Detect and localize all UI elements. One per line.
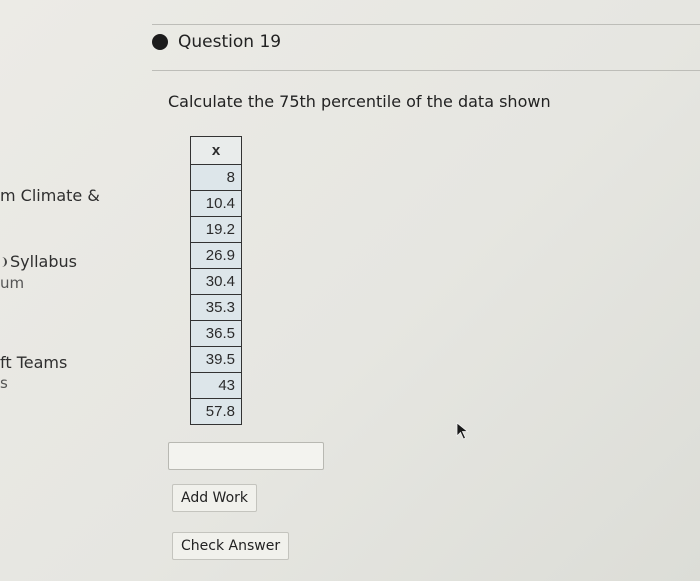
table-row: 30.4 [190, 268, 242, 295]
add-work-button[interactable]: Add Work [172, 484, 258, 512]
table-row: 36.5 [190, 320, 242, 347]
table-cell: 30.4 [190, 268, 242, 295]
table-row: 8 [190, 164, 242, 191]
sidebar-item-sublabel: s [0, 374, 8, 392]
sidebar-item-label: ft Teams [0, 353, 68, 372]
question-status-icon [152, 34, 168, 50]
question-top-divider [152, 24, 700, 25]
sidebar-item-climate[interactable]: m Climate & [0, 186, 100, 205]
table-cell: 19.2 [190, 216, 242, 243]
question-prompt: Calculate the 75th percentile of the dat… [168, 92, 551, 111]
table-cell: 35.3 [190, 294, 242, 321]
table-cell: 43 [190, 372, 242, 399]
table-row: 35.3 [190, 294, 242, 321]
table-cell: 57.8 [190, 398, 242, 425]
table-cell: 26.9 [190, 242, 242, 269]
table-row: 57.8 [190, 398, 242, 425]
table-row: 26.9 [190, 242, 242, 269]
sidebar-item-label: m Climate & [0, 186, 100, 205]
sidebar-item-label: Syllabus [10, 252, 77, 271]
syllabus-icon [0, 257, 7, 267]
answer-input[interactable] [168, 442, 324, 470]
table-row: 39.5 [190, 346, 242, 373]
table-cell: 10.4 [190, 190, 242, 217]
table-cell: 36.5 [190, 320, 242, 347]
table-cell: 8 [190, 164, 242, 191]
table-header: x [190, 136, 242, 165]
sidebar-item-syllabus[interactable]: Syllabus [0, 252, 77, 271]
sidebar-item-sublabel: um [0, 274, 25, 292]
question-title: Question 19 [178, 32, 282, 52]
mouse-pointer-icon [456, 422, 469, 440]
question-header-divider [152, 70, 700, 71]
question-header: Question 19 [152, 32, 281, 52]
table-cell: 39.5 [190, 346, 242, 373]
table-row: 19.2 [190, 216, 242, 243]
check-answer-button[interactable]: Check Answer [172, 532, 290, 560]
table-row: 10.4 [190, 190, 242, 217]
sidebar-item-teams[interactable]: ft Teams [0, 353, 67, 372]
table-row: 43 [190, 372, 242, 399]
data-table: x 8 10.4 19.2 26.9 30.4 35.3 36.5 39.5 43 57.8 [190, 136, 242, 425]
